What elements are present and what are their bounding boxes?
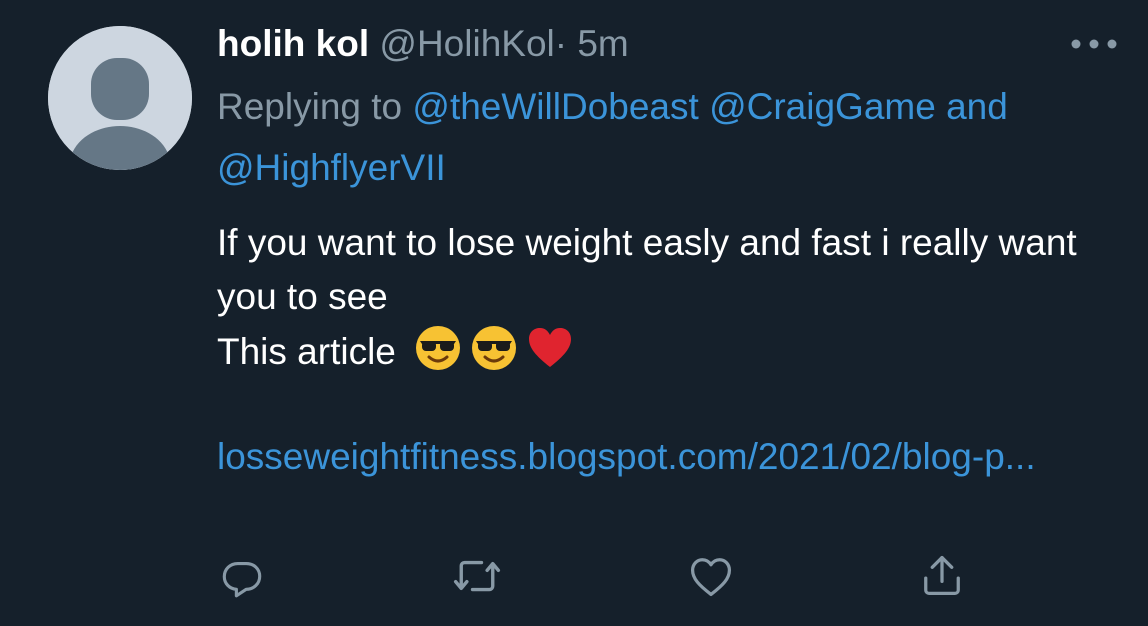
replying-prefix: Replying to [217, 86, 403, 127]
tweet-text-line: If you want to lose weight easly and fas… [217, 222, 1077, 317]
reply-icon [222, 561, 262, 598]
retweet-button[interactable] [449, 548, 505, 604]
user-handle[interactable]: @HolihKol [379, 23, 554, 64]
tweet-actions [0, 548, 1148, 604]
separator-dot: · [554, 23, 568, 64]
tweet-text-line: This article [217, 324, 1097, 379]
tweet-header: holih kol @HolihKol· 5m [217, 18, 1097, 70]
heart-icon [690, 558, 732, 597]
mention-link[interactable]: @theWillDobeast [412, 86, 698, 127]
share-button[interactable] [914, 548, 970, 604]
tweet-text-fragment: This article [217, 331, 396, 372]
red-heart-emoji-icon [529, 328, 572, 367]
sunglasses-emoji-icon [416, 326, 461, 370]
tweet[interactable]: holih kol @HolihKol· 5m Replying to @the… [0, 0, 1148, 626]
tweet-text: If you want to lose weight easly and fas… [217, 216, 1097, 379]
tweet-content: holih kol @HolihKol· 5m Replying to @the… [217, 18, 1097, 486]
default-avatar-icon [48, 26, 192, 170]
retweet-icon [453, 560, 501, 592]
avatar[interactable] [48, 26, 192, 170]
display-name[interactable]: holih kol [217, 23, 369, 64]
article-link[interactable]: losseweightfitness.blogspot.com/2021/02/… [217, 427, 1077, 486]
replying-and[interactable]: and [946, 86, 1008, 127]
mention-link[interactable]: @HighflyerVII [217, 147, 446, 188]
share-icon [924, 555, 960, 595]
timestamp[interactable]: 5m [577, 23, 628, 64]
sunglasses-emoji-icon [472, 326, 517, 370]
mention-link[interactable]: @CraigGame [709, 86, 936, 127]
replying-to: Replying to @theWillDobeast @CraigGame a… [217, 76, 1097, 198]
reply-button[interactable] [214, 548, 270, 604]
like-button[interactable] [683, 548, 739, 604]
